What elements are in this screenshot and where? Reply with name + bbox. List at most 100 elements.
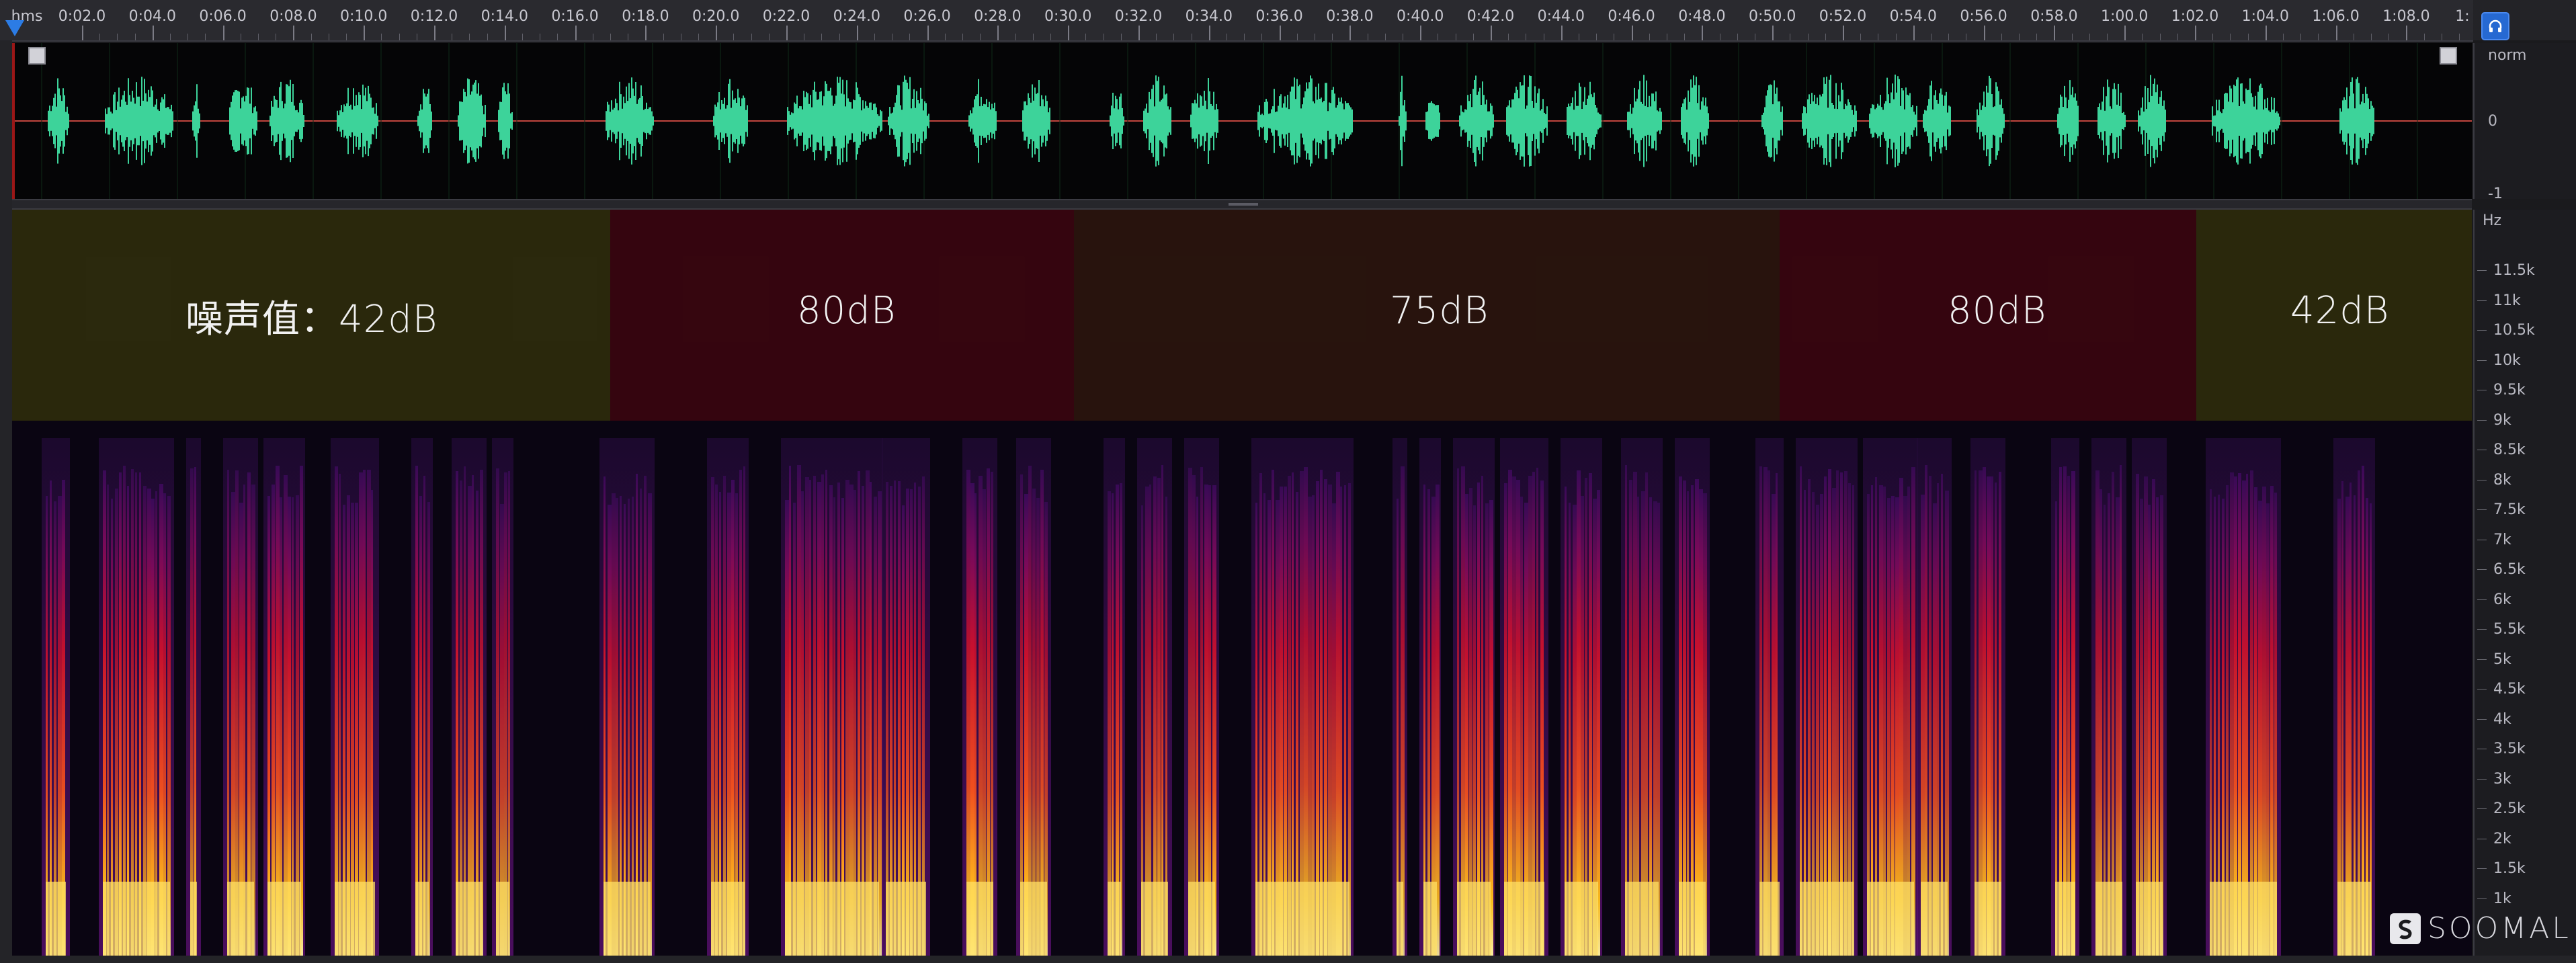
scale-mid-label: 0 [2488, 113, 2497, 130]
ruler-minor-tick [962, 34, 963, 40]
noise-label-3: 75dB [1390, 289, 1489, 333]
freq-label: 9.5k [2493, 382, 2526, 399]
waveform-segment [2097, 79, 2126, 163]
ruler-tick-label: 1:02.0 [2171, 8, 2219, 25]
ruler-minor-tick [2107, 34, 2108, 40]
panel-splitter[interactable] [12, 199, 2472, 210]
waveform-segment [1869, 75, 1917, 167]
ruler-minor-tick [1508, 34, 1509, 40]
ruler-tick-label: 0:20.0 [692, 8, 740, 25]
ruler-major-tick [645, 26, 647, 40]
ruler-tick-label: 1:06.0 [2312, 8, 2360, 25]
ruler-minor-tick [469, 34, 470, 40]
ruler-minor-tick [1737, 34, 1738, 40]
watermark-text: SOOMAL [2427, 911, 2571, 946]
ruler-minor-tick [487, 34, 488, 40]
ruler-minor-tick [2459, 34, 2460, 40]
noise-label-5: 42dB [2290, 289, 2390, 333]
waveform-view[interactable] [12, 43, 2472, 199]
ruler-minor-tick [1085, 34, 1087, 40]
freq-tick [2477, 718, 2487, 720]
freq-label: 8.5k [2493, 442, 2526, 458]
waveform-segment [1681, 75, 1709, 167]
ruler-minor-tick [399, 34, 400, 40]
waveform-zoom-right-icon[interactable] [2440, 47, 2457, 65]
spectrogram-low-band [190, 882, 197, 956]
waveform-segment [1627, 75, 1662, 167]
ruler-major-tick [997, 26, 999, 40]
waveform-segment [2212, 77, 2280, 165]
waveform-segment [1257, 75, 1353, 167]
ruler-tick-label: 0:56.0 [1960, 8, 2007, 25]
ruler-minor-tick [205, 34, 206, 40]
scale-top-label: norm [2488, 47, 2527, 64]
bottom-strip [0, 956, 2576, 963]
ruler-major-tick [575, 26, 577, 40]
spectrogram-low-band [2055, 882, 2075, 956]
ruler-major-tick [1349, 26, 1352, 40]
timeline-ruler[interactable]: hms 0:02.0 0:04.0 0:06.0 0:08.0 0:10.0 0:12.0… [0, 0, 2473, 42]
noise-band-1: 噪声值：42dB [12, 210, 610, 421]
ruler-minor-tick [909, 34, 911, 40]
freq-label: 6k [2493, 591, 2511, 608]
waveform-segment [498, 83, 513, 159]
ruler-tick-label: 0:38.0 [1326, 8, 1374, 25]
frequency-scale: Hz 11.5k 11k 10.5k 10k 9.5k 9k 8.5k 8k 7.5k 7k 6.5… [2473, 210, 2576, 956]
ruler-minor-tick [980, 34, 981, 40]
ruler-major-tick [786, 26, 788, 40]
ruler-minor-tick [944, 34, 946, 40]
ruler-minor-tick [1649, 34, 1650, 40]
ruler-minor-tick [1156, 34, 1157, 40]
ruler-minor-tick [768, 34, 770, 40]
freq-tick [2477, 419, 2487, 421]
ruler-minor-tick [874, 34, 875, 40]
ruler-major-tick [1702, 26, 1704, 40]
waveform-zoom-left-icon[interactable] [28, 47, 46, 65]
waveform-segment [458, 78, 486, 164]
spectral-view[interactable]: 噪声值：42dB 80dB 75dB 80dB 42dB [12, 210, 2472, 956]
freq-tick [2477, 629, 2487, 630]
ruler-minor-tick [1050, 34, 1051, 40]
waveform-segment [1425, 101, 1440, 141]
ruler-major-tick [1208, 26, 1210, 40]
sooomal-logo-icon [2390, 913, 2421, 944]
ruler-minor-tick [310, 34, 312, 40]
waveform-segment [1802, 75, 1857, 167]
ruler-minor-tick [2159, 34, 2161, 40]
ruler-major-tick [1420, 26, 1422, 40]
freq-label: 7k [2493, 531, 2511, 548]
spectrogram-low-band [456, 882, 483, 956]
ruler-minor-tick [134, 34, 136, 40]
ruler-minor-tick [2318, 34, 2319, 40]
noise-label-1: 噪声值：42dB [185, 298, 438, 341]
ruler-tick-label: 0:14.0 [481, 8, 528, 25]
spectrogram-low-band [1625, 882, 1659, 956]
freq-label: 9k [2493, 411, 2511, 429]
ruler-minor-tick [557, 34, 558, 40]
spectrogram-low-band [1565, 882, 1598, 956]
spectrogram-low-band [1457, 882, 1491, 956]
noise-band-5: 42dB [2196, 210, 2472, 421]
waveform-segment [713, 79, 748, 163]
spectrogram-low-band [2095, 882, 2122, 956]
ruler-minor-tick [258, 34, 259, 40]
ruler-minor-tick [2019, 34, 2020, 40]
spectrogram-low-band [1679, 882, 1706, 956]
waveform-segment [269, 79, 304, 163]
ruler-tick-label: 0:34.0 [1185, 8, 1233, 25]
spectrogram-low-band [785, 882, 879, 956]
splitter-grip-icon[interactable] [1229, 203, 1258, 206]
ruler-major-tick [2054, 26, 2056, 40]
spectrogram-low-band [335, 882, 375, 956]
waveform-segment [1459, 75, 1494, 167]
headphones-icon[interactable] [2481, 12, 2509, 40]
ruler-minor-tick [2371, 34, 2372, 40]
freq-tick [2477, 599, 2487, 600]
waveform-segment [1143, 75, 1171, 167]
freq-label: 4.5k [2493, 681, 2526, 698]
ruler-minor-tick [698, 34, 699, 40]
ruler-minor-tick [610, 34, 611, 40]
playhead-marker-icon[interactable] [5, 20, 24, 36]
ruler-minor-tick [170, 34, 171, 40]
ruler-major-tick [2406, 26, 2408, 40]
